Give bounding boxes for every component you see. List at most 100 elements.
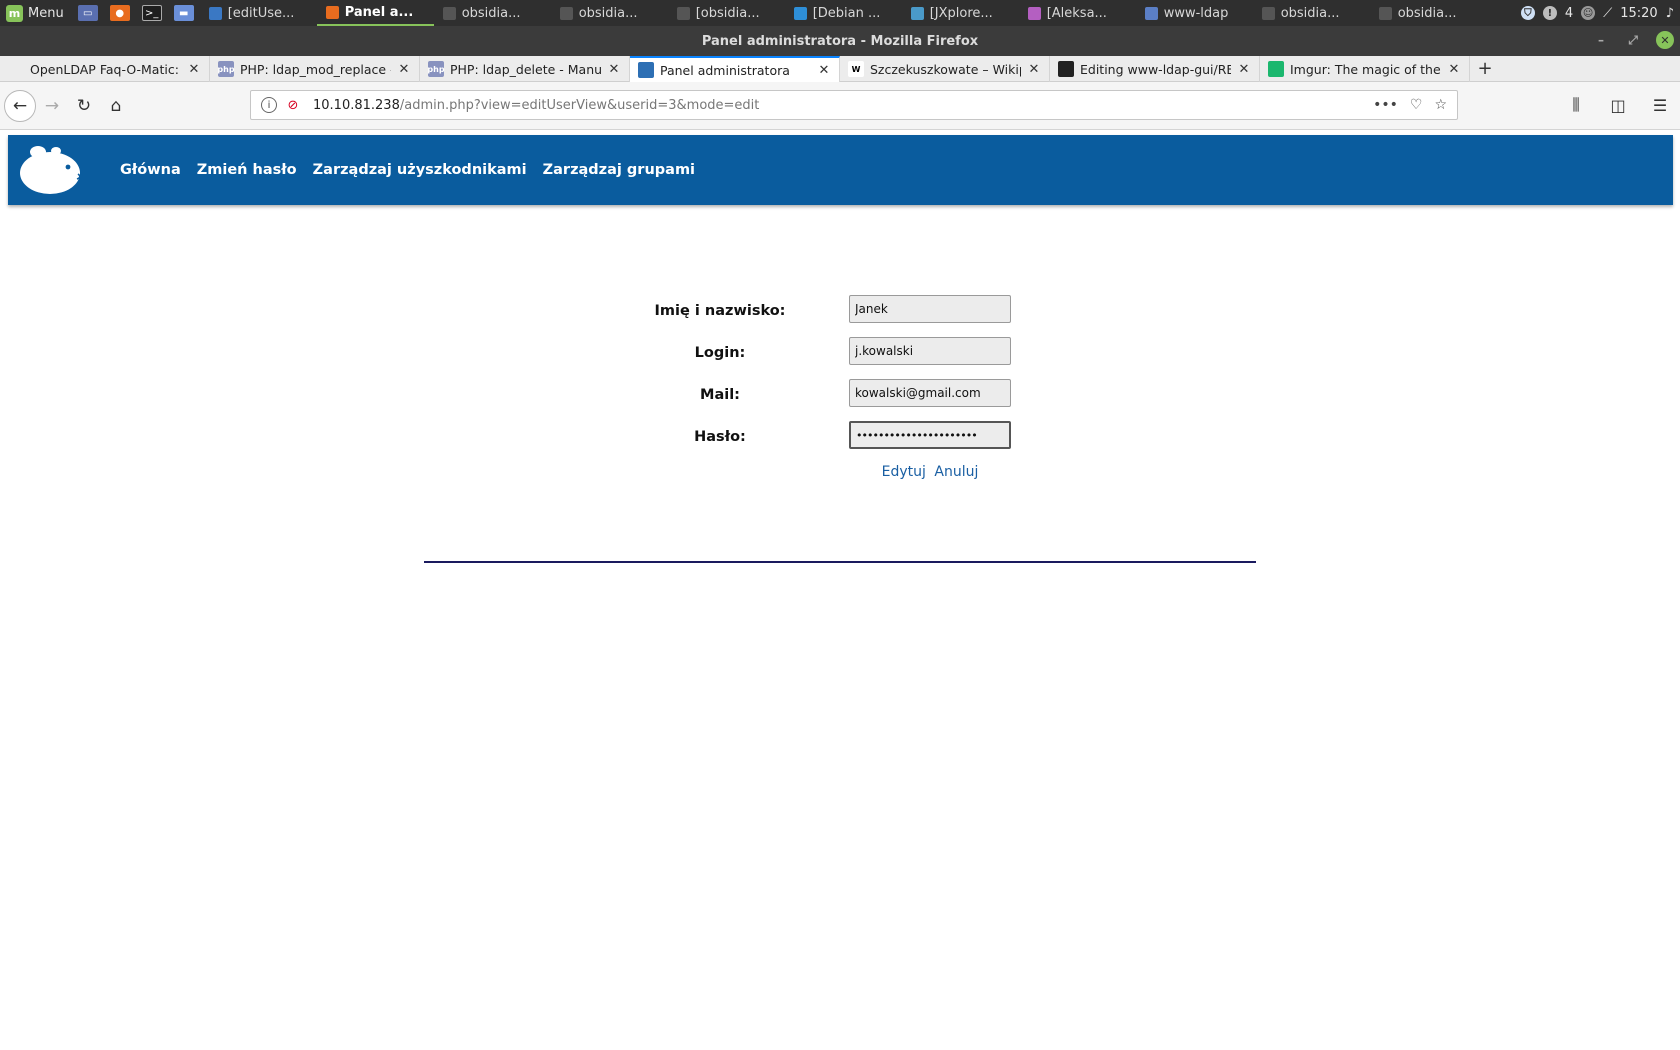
sidebar-icon[interactable]: ◫ bbox=[1604, 90, 1632, 120]
new-tab-button[interactable]: + bbox=[1470, 56, 1500, 81]
tab-close-icon[interactable]: ✕ bbox=[1027, 62, 1041, 77]
start-menu-button[interactable]: m Menu bbox=[0, 0, 72, 26]
nav-link-change-password[interactable]: Zmień hasło bbox=[197, 162, 297, 178]
nav-link-manage-groups[interactable]: Zarządzaj grupami bbox=[543, 162, 695, 178]
browser-tab[interactable]: Editing www-ldap-gui/README ✕ bbox=[1050, 56, 1260, 82]
taskbar-window-button[interactable]: [Debian ... bbox=[785, 0, 902, 26]
tab-close-icon[interactable]: ✕ bbox=[187, 62, 201, 77]
clock[interactable]: 15:20 bbox=[1620, 6, 1657, 21]
bookmark-star-icon[interactable]: ☆ bbox=[1434, 97, 1447, 113]
reload-button[interactable]: ↻ bbox=[68, 90, 100, 122]
hamster-logo-icon[interactable] bbox=[16, 141, 84, 197]
taskbar-window-button[interactable]: [editUse... bbox=[200, 0, 317, 26]
page-content: Główna Zmień hasło Zarządzaj użyszkodnik… bbox=[0, 130, 1680, 1050]
pocket-icon[interactable]: ♡ bbox=[1410, 97, 1423, 113]
cancel-link[interactable]: Anuluj bbox=[934, 464, 978, 480]
taskbar-window-label: obsidia... bbox=[461, 5, 521, 21]
password-label: Hasło: bbox=[694, 429, 746, 445]
window-app-icon bbox=[442, 6, 456, 20]
start-menu-label: Menu bbox=[28, 5, 64, 21]
taskbar-window-button[interactable]: [obsidia... bbox=[668, 0, 785, 26]
window-app-icon bbox=[676, 6, 690, 20]
tab-close-icon[interactable]: ✕ bbox=[397, 62, 411, 77]
insecure-connection-icon: ⊘ bbox=[287, 97, 299, 113]
window-title: Panel administratora - Mozilla Firefox bbox=[701, 33, 979, 49]
tab-favicon-icon: W bbox=[848, 61, 864, 77]
fullname-input[interactable] bbox=[849, 295, 1011, 323]
taskbar-window-label: www-ldap bbox=[1163, 5, 1229, 21]
window-app-icon bbox=[910, 6, 924, 20]
mail-input[interactable] bbox=[849, 379, 1011, 407]
tab-title: Szczekuszkowate – Wikipedia bbox=[870, 61, 1021, 77]
tab-close-icon[interactable]: ✕ bbox=[817, 63, 831, 78]
tab-close-icon[interactable]: ✕ bbox=[1447, 62, 1461, 77]
hamburger-menu-icon[interactable]: ☰ bbox=[1646, 90, 1674, 120]
url-host: 10.10.81.238 bbox=[313, 97, 400, 113]
taskbar-window-button[interactable]: [Aleksa... bbox=[1019, 0, 1136, 26]
firefox-launcher-icon[interactable]: ● bbox=[109, 5, 130, 21]
shield-icon[interactable]: ⛉ bbox=[1520, 6, 1535, 20]
library-icon[interactable]: ⫼ bbox=[1562, 90, 1590, 120]
window-app-icon bbox=[559, 6, 573, 20]
taskbar-window-label: [editUse... bbox=[227, 5, 295, 21]
window-app-icon bbox=[1261, 6, 1275, 20]
files-launcher-icon[interactable]: ▬ bbox=[173, 5, 194, 21]
nav-link-home[interactable]: Główna bbox=[120, 162, 181, 178]
taskbar-window-button[interactable]: www-ldap bbox=[1136, 0, 1253, 26]
home-button[interactable]: ⌂ bbox=[100, 90, 132, 122]
browser-tab[interactable]: Imgur: The magic of the Intern ✕ bbox=[1260, 56, 1470, 82]
nav-link-manage-users[interactable]: Zarządzaj użyszkodnikami bbox=[313, 162, 527, 178]
notification-count: 4 bbox=[1564, 5, 1574, 21]
network-icon[interactable]: ⟋ bbox=[1603, 6, 1612, 21]
site-info-icon[interactable]: i bbox=[261, 97, 277, 113]
taskbar-window-label: obsidia... bbox=[1280, 5, 1340, 21]
browser-tab[interactable]: OpenLDAP Faq-O-Matic: ldap_add ✕ bbox=[0, 56, 210, 82]
maximize-button[interactable]: ⤢ bbox=[1624, 31, 1642, 49]
navigation-toolbar: ← → ↻ ⌂ i ⊘ 10.10.81.238/admin.php?view=… bbox=[0, 82, 1680, 130]
taskbar-window-label: [obsidia... bbox=[695, 5, 760, 21]
browser-tab[interactable]: W Szczekuszkowate – Wikipedia ✕ bbox=[840, 56, 1050, 82]
form-actions: Edytuj Anuluj bbox=[800, 464, 1060, 480]
url-text[interactable]: 10.10.81.238/admin.php?view=editUserView… bbox=[313, 98, 759, 113]
forward-button[interactable]: → bbox=[36, 90, 68, 122]
tab-title: PHP: ldap_delete - Manual bbox=[450, 61, 601, 77]
site-header: Główna Zmień hasło Zarządzaj użyszkodnik… bbox=[8, 135, 1673, 205]
tab-favicon-icon: php bbox=[217, 61, 235, 77]
window-app-icon bbox=[208, 6, 222, 20]
taskbar-window-button[interactable]: Panel a... bbox=[316, 0, 434, 26]
page-actions-icon[interactable]: ••• bbox=[1373, 97, 1398, 113]
alert-icon[interactable]: ! bbox=[1542, 6, 1557, 20]
taskbar-window-button[interactable]: obsidia... bbox=[1370, 0, 1487, 26]
tab-strip: OpenLDAP Faq-O-Matic: ldap_add ✕ php PHP: l… bbox=[0, 56, 1680, 82]
terminal-launcher-icon[interactable]: >_ bbox=[141, 5, 162, 21]
tab-title: OpenLDAP Faq-O-Matic: ldap_add bbox=[30, 61, 181, 77]
back-button[interactable]: ← bbox=[4, 89, 36, 122]
browser-tab[interactable]: Panel administratora ✕ bbox=[630, 56, 840, 82]
browser-tab[interactable]: php PHP: ldap_delete - Manual ✕ bbox=[420, 56, 630, 82]
taskbar-window-label: obsidia... bbox=[1397, 5, 1457, 21]
password-input[interactable] bbox=[849, 421, 1011, 449]
fullname-row: Imię i nazwisko: bbox=[640, 295, 1040, 337]
tab-close-icon[interactable]: ✕ bbox=[607, 62, 621, 77]
show-desktop-icon[interactable]: ▭ bbox=[77, 5, 98, 21]
edit-link[interactable]: Edytuj bbox=[882, 464, 926, 480]
close-window-button[interactable]: ✕ bbox=[1656, 31, 1674, 49]
tab-close-icon[interactable]: ✕ bbox=[1237, 62, 1251, 77]
taskbar-window-button[interactable]: obsidia... bbox=[551, 0, 668, 26]
tab-favicon-icon: php bbox=[427, 61, 445, 77]
volume-icon[interactable]: ♪ bbox=[1666, 6, 1674, 21]
main-navigation: Główna Zmień hasło Zarządzaj użyszkodnik… bbox=[120, 135, 695, 205]
taskbar-window-label: Panel a... bbox=[344, 4, 414, 20]
minimize-button[interactable]: – bbox=[1592, 31, 1610, 49]
taskbar-window-button[interactable]: obsidia... bbox=[434, 0, 551, 26]
url-path: /admin.php?view=editUserView&userid=3&mo… bbox=[399, 97, 760, 113]
linux-mint-icon: m bbox=[6, 4, 23, 22]
login-input[interactable] bbox=[849, 337, 1011, 365]
window-app-icon bbox=[1378, 6, 1392, 20]
browser-tab[interactable]: php PHP: ldap_mod_replace - Manual ✕ bbox=[210, 56, 420, 82]
user-icon[interactable]: ☺ bbox=[1581, 6, 1596, 20]
tab-favicon-icon bbox=[1268, 61, 1284, 77]
taskbar-window-button[interactable]: [JXplore... bbox=[902, 0, 1019, 26]
taskbar-window-button[interactable]: obsidia... bbox=[1253, 0, 1370, 26]
url-bar[interactable]: i ⊘ 10.10.81.238/admin.php?view=editUser… bbox=[250, 90, 1458, 120]
